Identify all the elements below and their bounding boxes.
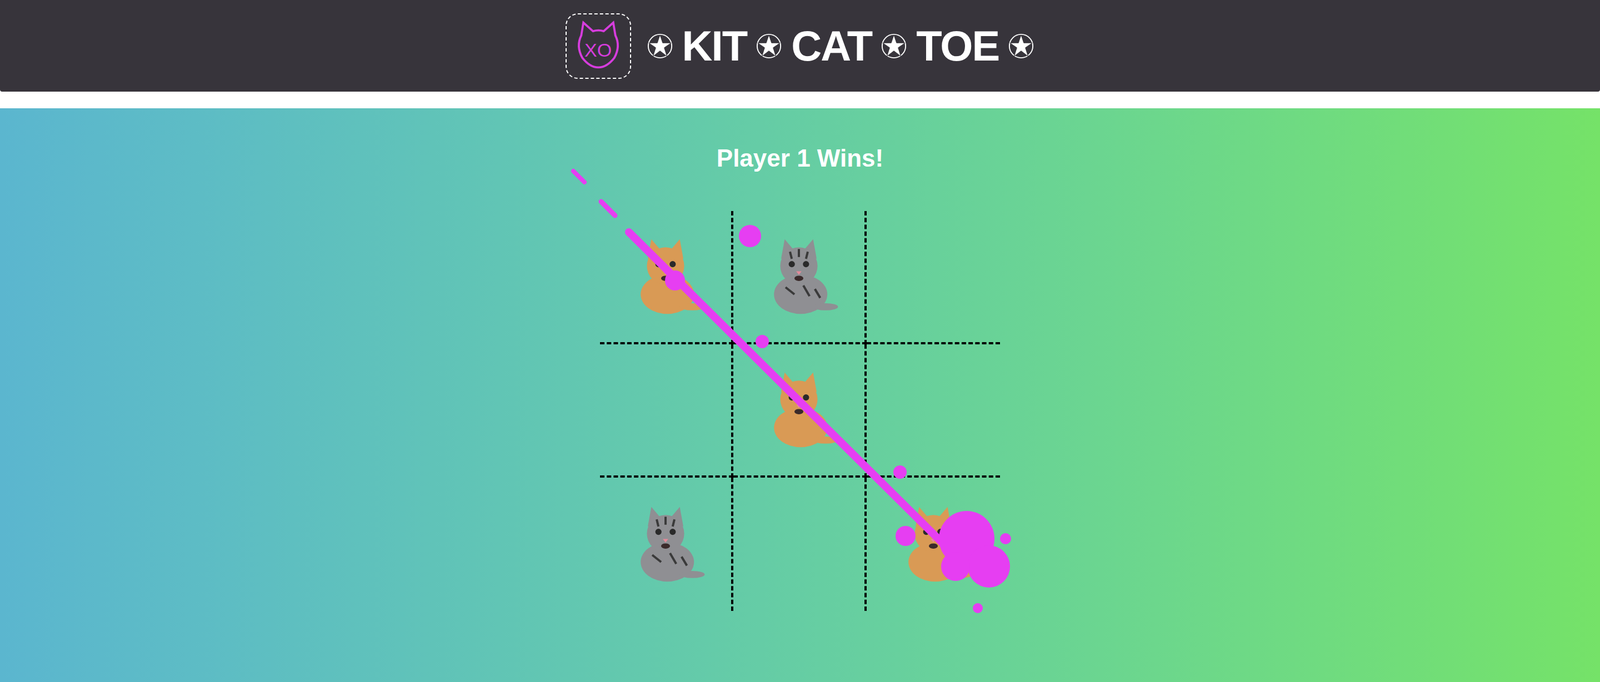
cat-icon	[754, 232, 844, 322]
header-gap	[0, 91, 1600, 109]
star-icon	[646, 32, 674, 60]
cat-icon	[621, 500, 710, 589]
title: KIT CAT TOE	[646, 25, 1035, 68]
cat-icon	[621, 232, 710, 322]
title-word: TOE	[916, 25, 999, 68]
board-cell[interactable]	[733, 211, 867, 345]
board-cell[interactable]	[866, 477, 1000, 612]
board-cell[interactable]	[600, 344, 734, 478]
cat-icon	[888, 500, 978, 589]
logo[interactable]: XO	[565, 13, 632, 79]
status: Player 1 Wins!	[716, 142, 884, 174]
star-icon	[880, 32, 908, 60]
board-cell[interactable]	[733, 477, 867, 612]
header: XO KIT CAT TOE	[0, 0, 1600, 92]
cat-icon	[754, 365, 844, 455]
star-icon	[755, 32, 783, 60]
board-cell[interactable]	[600, 211, 734, 345]
title-word: CAT	[791, 25, 872, 68]
board-cell[interactable]	[866, 344, 1000, 478]
board-cell[interactable]	[866, 211, 1000, 345]
logo-text: XO	[566, 14, 630, 78]
win-line	[600, 211, 1000, 612]
title-word: KIT	[682, 25, 748, 68]
board-cell[interactable]	[733, 344, 867, 478]
app: XO KIT CAT TOE Player 1 Wins!	[0, 0, 1600, 682]
board	[600, 211, 1000, 612]
star-icon	[1007, 32, 1035, 60]
board-cell[interactable]	[600, 477, 734, 612]
game-area: Player 1 Wins!	[0, 108, 1600, 682]
